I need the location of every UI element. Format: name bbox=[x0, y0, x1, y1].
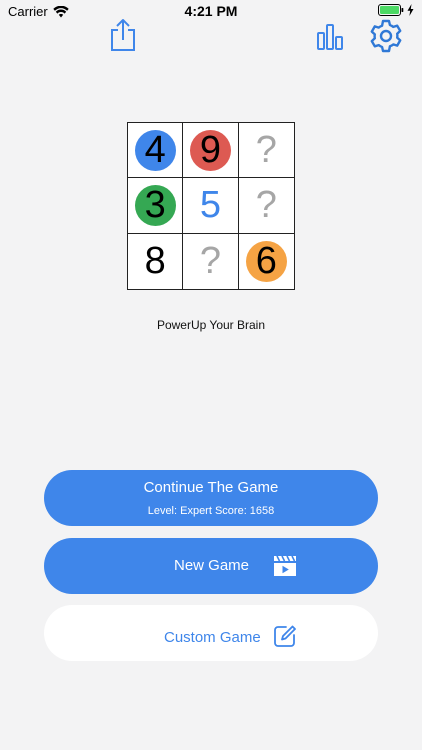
number-disc: 6 bbox=[245, 240, 287, 282]
continue-game-title: Continue The Game bbox=[143, 479, 279, 496]
charging-bolt-icon bbox=[407, 4, 414, 16]
number-disc: 4 bbox=[134, 129, 176, 171]
custom-game-button[interactable]: Custom Game bbox=[44, 605, 378, 661]
app-screen: Carrier 4:21 PM 4 9 ? 3 5 ? 8 ? 6 PowerU… bbox=[0, 0, 422, 750]
custom-game-label: Custom Game bbox=[164, 629, 261, 646]
grid-cell-r3c1[interactable]: 8 bbox=[128, 233, 184, 289]
grid-cell-r1c1[interactable]: 4 bbox=[128, 123, 184, 179]
number-disc: 9 bbox=[189, 129, 231, 171]
status-time: 4:21 PM bbox=[184, 3, 238, 19]
unknown-number: ? bbox=[255, 129, 277, 172]
puzzle-grid: 4 9? 3 5? 8? 6 bbox=[127, 122, 295, 290]
battery-icon bbox=[378, 4, 404, 16]
number-value: 8 bbox=[144, 240, 166, 283]
grid-cell-r2c1[interactable]: 3 bbox=[128, 178, 184, 234]
clapperboard-play-icon bbox=[274, 555, 296, 576]
gear-icon[interactable] bbox=[368, 18, 404, 54]
share-icon[interactable] bbox=[108, 18, 138, 52]
grid-cell-r3c2[interactable]: ? bbox=[183, 233, 239, 289]
new-game-label: New Game bbox=[174, 557, 250, 574]
status-bar: Carrier 4:21 PM bbox=[0, 0, 422, 24]
grid-cell-r3c3[interactable]: 6 bbox=[239, 234, 294, 289]
continue-game-subtitle: Level: Expert Score: 1658 bbox=[147, 505, 275, 517]
unknown-number: ? bbox=[255, 184, 277, 227]
number-value: 5 bbox=[199, 184, 222, 227]
tagline: PowerUp Your Brain bbox=[156, 318, 266, 332]
unknown-number: ? bbox=[199, 240, 222, 283]
status-right bbox=[378, 4, 414, 16]
edit-pencil-icon bbox=[274, 625, 296, 647]
number-disc: 3 bbox=[134, 184, 176, 226]
grid-cell-r1c3[interactable]: ? bbox=[238, 123, 294, 179]
stats-chart-icon[interactable] bbox=[316, 23, 344, 51]
new-game-button[interactable]: New Game bbox=[44, 538, 378, 594]
grid-cell-r2c2[interactable]: 5 bbox=[183, 178, 239, 234]
grid-cell-r2c3[interactable]: ? bbox=[238, 178, 294, 234]
continue-game-button[interactable]: Continue The Game Level: Expert Score: 1… bbox=[44, 470, 378, 526]
grid-cell-r1c2[interactable]: 9 bbox=[183, 123, 239, 179]
